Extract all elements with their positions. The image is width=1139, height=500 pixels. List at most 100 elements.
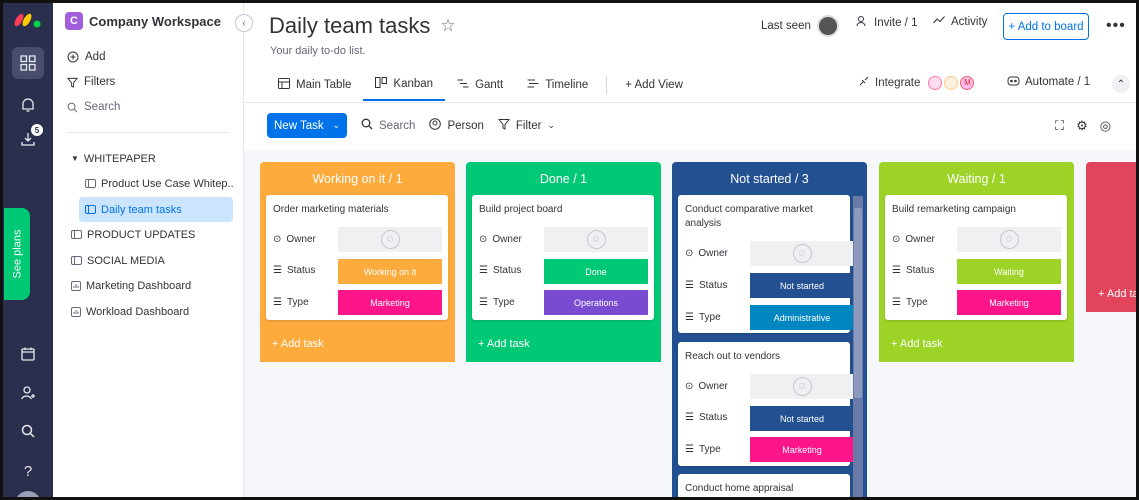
status-label[interactable]: Done <box>544 259 648 284</box>
person-filter-button[interactable]: Person <box>429 118 484 133</box>
calendar-icon[interactable] <box>12 338 44 370</box>
board-icon <box>85 179 96 188</box>
field-label: Owner <box>698 248 728 259</box>
tab-gantt[interactable]: Gantt <box>445 69 515 101</box>
nav-item-workload-dashboard[interactable]: Workload Dashboard <box>65 299 233 324</box>
filter-button[interactable]: Filter ⌄ <box>497 118 555 133</box>
inbox-download-icon[interactable]: 5 <box>12 123 44 155</box>
activity-label: Activity <box>951 15 988 28</box>
column-title[interactable]: Not started / 3 <box>672 162 867 196</box>
workspace-search[interactable]: Search <box>67 101 120 113</box>
integrate-button[interactable]: Integrate M <box>858 75 975 90</box>
user-avatar[interactable] <box>15 491 41 497</box>
add-task-button[interactable]: + Add task <box>272 338 324 350</box>
new-task-button[interactable]: New Task ⌄ <box>267 113 347 138</box>
owner-value[interactable]: ☺ <box>750 374 854 399</box>
nav-item-social-media[interactable]: SOCIAL MEDIA <box>65 248 233 273</box>
nav-item-marketing-dashboard[interactable]: Marketing Dashboard <box>65 273 233 298</box>
board-description[interactable]: Your daily to-do list. <box>270 45 366 57</box>
person-circle-icon <box>429 118 442 133</box>
filters-button[interactable]: Filters <box>67 76 115 88</box>
tab-label: Gantt <box>475 79 504 91</box>
add-user-icon[interactable] <box>12 377 44 409</box>
card-title: Conduct home appraisal <box>685 483 794 494</box>
status-label[interactable]: Not started <box>750 406 854 431</box>
fullscreen-icon[interactable]: ⛶ <box>1055 118 1064 134</box>
owner-value[interactable]: ☺ <box>750 241 854 266</box>
task-card[interactable]: Conduct comparative market analysis ⊙ Own… <box>678 195 854 333</box>
view-tabs: Main Table Kanban Gantt Timeline + Add V… <box>266 69 695 101</box>
collapse-header-icon[interactable]: ⌃ <box>1112 75 1130 93</box>
add-button[interactable]: Add <box>67 51 105 63</box>
scroll-thumb[interactable] <box>854 208 862 398</box>
owner-field: ⊙ Owner <box>273 234 316 245</box>
column-title[interactable]: Done / 1 <box>466 162 661 196</box>
list-icon: ☰ <box>479 265 488 276</box>
workspace-header[interactable]: C Company Workspace <box>65 12 221 30</box>
see-plans-button[interactable]: See plans <box>4 208 30 300</box>
task-card[interactable]: Conduct home appraisal <box>678 474 850 497</box>
add-task-button[interactable]: + Add tas <box>1098 288 1136 300</box>
page-title[interactable]: Daily team tasks <box>269 13 430 39</box>
activity-button[interactable]: Activity <box>933 15 987 28</box>
type-label[interactable]: Marketing <box>957 290 1061 315</box>
add-view-button[interactable]: + Add View <box>613 69 695 101</box>
more-options-icon[interactable]: ••• <box>1106 17 1126 35</box>
task-card[interactable]: Build project board ⊙ Owner ☺ ☰ Status Don… <box>472 195 654 320</box>
notifications-bell-icon[interactable] <box>12 89 44 121</box>
type-label[interactable]: Marketing <box>750 437 854 462</box>
divider <box>606 76 608 94</box>
folder-whitepaper[interactable]: ▼ WHITEPAPER <box>65 146 233 171</box>
task-card[interactable]: Reach out to vendors ⊙ Owner ☺ ☰ Status No… <box>678 342 854 466</box>
plus-circle-icon <box>67 51 79 63</box>
monday-logo-icon[interactable] <box>13 11 43 29</box>
board-search[interactable]: Search <box>361 118 415 133</box>
tab-kanban[interactable]: Kanban <box>363 69 446 101</box>
type-label[interactable]: Administrative <box>750 305 854 330</box>
status-label[interactable]: Working on it <box>338 259 442 284</box>
owner-value[interactable]: ☺ <box>957 227 1061 252</box>
owner-value[interactable]: ☺ <box>338 227 442 252</box>
column-title[interactable]: Waiting / 1 <box>879 162 1074 196</box>
add-task-button[interactable]: + Add task <box>891 338 943 350</box>
toolbar-right-icons: ⛶ ⚙ ◎ <box>1055 118 1111 134</box>
add-to-board-button[interactable]: + Add to board <box>1003 13 1089 40</box>
folder-label: WHITEPAPER <box>83 152 156 165</box>
search-icon[interactable] <box>12 415 44 447</box>
type-label[interactable]: Operations <box>544 290 648 315</box>
dashboard-icon <box>71 306 81 317</box>
list-icon: ☰ <box>685 312 694 323</box>
status-label[interactable]: Not started <box>750 273 854 298</box>
nav-item-product-use-case[interactable]: Product Use Case Whitep... <box>79 171 233 196</box>
type-label[interactable]: Marketing <box>338 290 442 315</box>
tab-timeline[interactable]: Timeline <box>515 69 600 101</box>
workspace-logo: C <box>65 12 83 30</box>
automate-button[interactable]: Automate / 1 <box>1007 75 1090 89</box>
nav-item-product-updates[interactable]: PRODUCT UPDATES <box>65 222 233 247</box>
column-scrollbar[interactable] <box>853 196 863 497</box>
kanban-icon <box>375 77 388 91</box>
filters-label: Filters <box>84 76 116 88</box>
star-icon[interactable]: ☆ <box>440 16 455 36</box>
last-seen[interactable]: Last seen <box>761 15 839 37</box>
status-label[interactable]: Waiting <box>957 259 1061 284</box>
invite-button[interactable]: Invite / 1 <box>856 15 917 30</box>
field-label: Status <box>698 412 728 423</box>
chat-icon[interactable]: ◎ <box>1100 118 1111 134</box>
chevron-down-icon[interactable]: ⌄ <box>332 120 340 131</box>
board-icon <box>71 230 82 239</box>
task-card[interactable]: Order marketing materials ⊙ Owner ☺ ☰ Stat… <box>266 195 448 320</box>
filter-icon <box>67 77 78 88</box>
task-card[interactable]: Build remarketing campaign ⊙ Owner ☺ ☰ Sta… <box>885 195 1067 320</box>
list-icon: ☰ <box>479 297 488 308</box>
column-title[interactable]: Working on it / 1 <box>260 162 455 196</box>
settings-gear-icon[interactable]: ⚙ <box>1076 118 1088 134</box>
owner-value[interactable]: ☺ <box>544 227 648 252</box>
divider <box>244 102 1136 103</box>
kanban-column-waiting: Waiting / 1 Build remarketing campaign ⊙… <box>879 162 1074 362</box>
add-task-button[interactable]: + Add task <box>478 338 530 350</box>
nav-item-daily-team-tasks[interactable]: Daily team tasks <box>79 197 233 222</box>
help-icon[interactable]: ? <box>12 455 44 487</box>
apps-grid-icon[interactable] <box>12 47 44 79</box>
tab-main-table[interactable]: Main Table <box>266 69 363 101</box>
